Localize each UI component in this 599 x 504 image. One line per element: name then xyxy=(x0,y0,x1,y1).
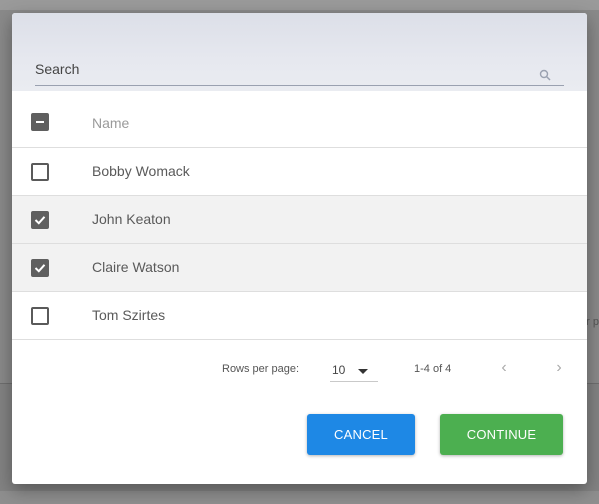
checkmark-icon xyxy=(34,216,46,225)
table-row[interactable]: Tom Szirtes xyxy=(12,292,587,340)
row-name: Claire Watson xyxy=(92,259,180,275)
column-header-name[interactable]: Name xyxy=(92,115,129,131)
chevron-left-icon[interactable]: ‹ xyxy=(497,360,511,376)
row-checkbox[interactable] xyxy=(31,163,49,181)
row-checkbox[interactable] xyxy=(31,259,49,277)
row-checkbox[interactable] xyxy=(31,211,49,229)
search-icon[interactable] xyxy=(539,69,551,81)
users-table: Name Bobby Womack John Keaton Claire Wat… xyxy=(12,98,587,340)
dropdown-arrow-icon xyxy=(358,369,368,374)
search-underline xyxy=(35,85,564,86)
row-name: Tom Szirtes xyxy=(92,307,166,323)
rows-per-page-select[interactable]: 10 xyxy=(330,359,378,382)
rows-per-page-label: Rows per page: xyxy=(222,363,300,375)
row-name: John Keaton xyxy=(92,211,171,227)
search-field[interactable]: Search xyxy=(12,13,587,91)
table-row[interactable]: Bobby Womack xyxy=(12,148,587,196)
table-row[interactable]: John Keaton xyxy=(12,196,587,244)
search-label: Search xyxy=(35,61,80,77)
checkmark-icon xyxy=(34,264,46,273)
select-users-dialog: Search Name Bobby Womack John Keaton Cla… xyxy=(12,13,587,484)
select-all-checkbox[interactable] xyxy=(31,113,49,131)
minus-icon xyxy=(36,121,44,123)
background-partial-text: r p xyxy=(586,316,599,328)
table-header-row: Name xyxy=(12,98,587,148)
cancel-button[interactable]: CANCEL xyxy=(307,414,415,455)
page-range-label: 1-4 of 4 xyxy=(414,363,452,375)
background-header xyxy=(0,0,599,10)
row-checkbox[interactable] xyxy=(31,307,49,325)
row-name: Bobby Womack xyxy=(92,163,190,179)
rows-per-page-value: 10 xyxy=(332,363,346,377)
table-row[interactable]: Claire Watson xyxy=(12,244,587,292)
continue-button[interactable]: CONTINUE xyxy=(440,414,563,455)
pagination-bar: Rows per page: 10 1-4 of 4 ‹ › xyxy=(12,341,587,397)
chevron-right-icon[interactable]: › xyxy=(552,360,566,376)
background-footer xyxy=(0,491,599,504)
